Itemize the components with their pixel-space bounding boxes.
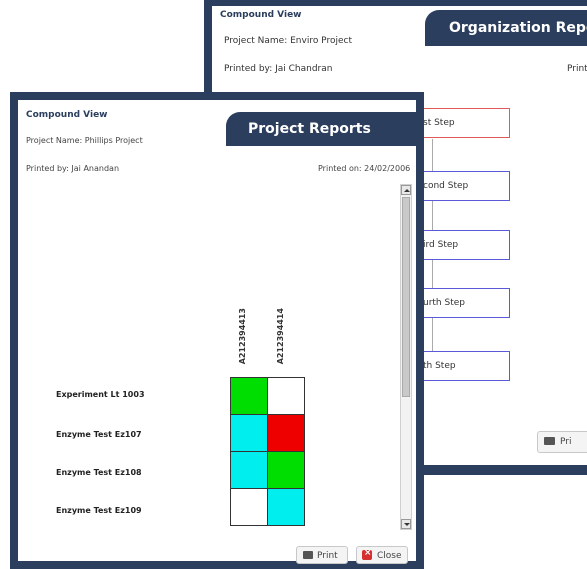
scroll-down-icon[interactable] (401, 519, 411, 529)
organization-reports-tab[interactable]: Organization Repo (425, 10, 587, 46)
front-window-title: Compound View (26, 110, 108, 120)
vertical-scrollbar[interactable] (400, 184, 412, 530)
back-project-name: Project Name: Enviro Project (224, 36, 352, 46)
printer-icon (544, 437, 555, 445)
project-reports-tab[interactable]: Project Reports (226, 112, 416, 146)
row-label-2: Enzyme Test Ez107 (56, 430, 142, 439)
back-printed-by: Printed by: Jai Chandran (224, 64, 333, 74)
grid-cell (230, 488, 268, 526)
front-project-name: Project Name: Phillips Project (26, 136, 143, 145)
front-printed-on: Printed on: 24/02/2006 (318, 164, 411, 173)
close-button-label: Close (377, 551, 402, 561)
grid-cell (230, 451, 268, 489)
flow-step-5[interactable]: th Step (418, 351, 510, 381)
project-report-window: Compound View Project Name: Phillips Pro… (10, 92, 424, 569)
organization-reports-tab-label: Organization Repo (449, 20, 587, 36)
project-report-panel: Compound View Project Name: Phillips Pro… (18, 100, 416, 564)
scroll-thumb[interactable] (402, 197, 410, 397)
print-button[interactable]: Print (296, 546, 348, 564)
grid-cell (230, 377, 268, 415)
back-window-title: Compound View (220, 10, 302, 20)
front-printed-by: Printed by: Jai Anandan (26, 164, 120, 173)
row-label-4: Enzyme Test Ez109 (56, 506, 142, 515)
close-button[interactable]: Close (356, 546, 408, 564)
project-reports-tab-label: Project Reports (248, 121, 371, 137)
grid-cell (267, 414, 305, 452)
scroll-up-icon[interactable] (401, 185, 411, 195)
back-printed-on: Print (567, 64, 587, 74)
grid-cell (230, 414, 268, 452)
flow-step-1[interactable]: st Step (418, 108, 510, 138)
grid-cell (267, 488, 305, 526)
back-print-button[interactable]: Pri (537, 431, 587, 453)
printer-icon (303, 551, 313, 559)
flow-step-4[interactable]: urth Step (418, 288, 510, 318)
row-label-1: Experiment Lt 1003 (56, 390, 145, 399)
flow-step-3[interactable]: ird Step (418, 230, 510, 260)
column-header-1: A212394413 (238, 308, 247, 365)
grid-cell (267, 377, 305, 415)
back-print-label: Pri (560, 437, 572, 447)
close-icon (362, 548, 372, 560)
grid-cell (267, 451, 305, 489)
print-button-label: Print (317, 551, 338, 561)
column-header-2: A212394414 (276, 308, 285, 365)
row-label-3: Enzyme Test Ez108 (56, 468, 142, 477)
flow-step-2[interactable]: cond Step (418, 171, 510, 201)
